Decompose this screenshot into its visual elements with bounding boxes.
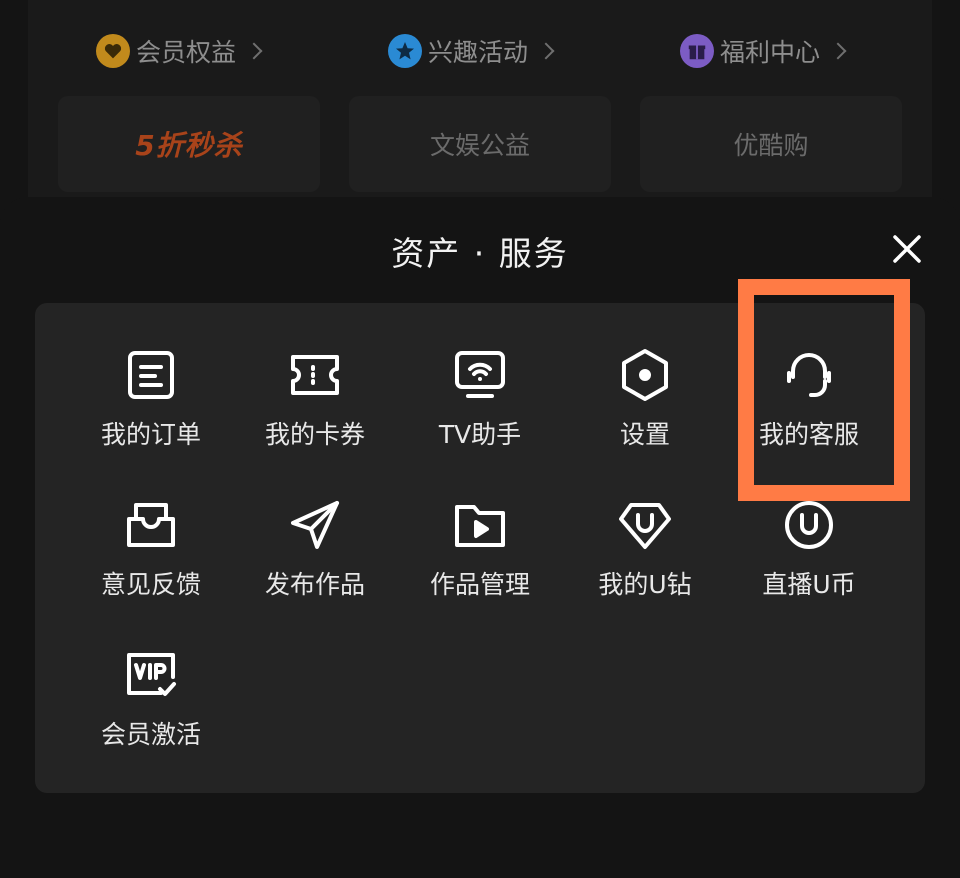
feedback-item[interactable]: 意见反馈: [62, 483, 240, 603]
chevron-right-icon: [537, 42, 555, 60]
close-button[interactable]: [887, 229, 927, 269]
u-diamond-icon: [619, 503, 671, 549]
member-benefits-link[interactable]: 会员权益: [96, 28, 263, 74]
vip-activation-item[interactable]: 会员激活: [62, 633, 240, 753]
close-icon: [893, 235, 921, 263]
folder-play-icon: [455, 505, 505, 547]
highlight-box: [738, 279, 910, 501]
sheet-title: 资产 · 服务: [391, 234, 569, 273]
star-badge-icon: [388, 34, 422, 68]
chevron-right-icon: [245, 42, 263, 60]
tv-assistant-item[interactable]: TV助手: [391, 333, 569, 453]
u-coin-icon: [785, 501, 833, 549]
my-orders-label: 我的订单: [100, 420, 201, 449]
live-u-coin-item[interactable]: 直播U币: [720, 483, 898, 603]
flash-sale-tile[interactable]: 5折秒杀: [58, 96, 320, 192]
feedback-inbox-icon: [127, 503, 175, 547]
welfare-center-label: 福利中心: [720, 38, 821, 67]
charity-tile[interactable]: 文娱公益: [349, 96, 611, 192]
my-orders-item[interactable]: 我的订单: [62, 333, 240, 453]
youku-shop-label: 优酷购: [733, 131, 809, 160]
benefit-links: 会员权益 兴趣活动 福利中心: [0, 28, 960, 74]
my-coupons-label: 我的卡券: [264, 420, 365, 449]
charity-label: 文娱公益: [429, 131, 530, 160]
chevron-right-icon: [829, 42, 847, 60]
feedback-label: 意见反馈: [100, 570, 201, 599]
interest-activities-link[interactable]: 兴趣活动: [388, 28, 555, 74]
work-management-label: 作品管理: [429, 570, 530, 599]
youku-shop-tile[interactable]: 优酷购: [640, 96, 902, 192]
tv-assistant-label: TV助手: [438, 420, 522, 449]
my-u-diamond-item[interactable]: 我的U钻: [556, 483, 734, 603]
my-coupons-item[interactable]: 我的卡券: [226, 333, 404, 453]
work-management-item[interactable]: 作品管理: [391, 483, 569, 603]
tv-cast-icon: [455, 351, 505, 398]
paper-plane-icon: [291, 501, 339, 549]
flash-sale-label: 5折秒杀: [135, 129, 243, 162]
live-u-coin-label: 直播U币: [762, 570, 856, 599]
publish-work-item[interactable]: 发布作品: [226, 483, 404, 603]
vip-activation-label: 会员激活: [100, 720, 201, 749]
settings-item[interactable]: 设置: [556, 333, 734, 453]
order-icon: [128, 351, 174, 399]
publish-work-label: 发布作品: [264, 570, 365, 599]
vip-activate-icon: [127, 653, 176, 696]
member-benefits-label: 会员权益: [136, 38, 237, 67]
ticket-icon: [291, 355, 339, 395]
interest-activities-label: 兴趣活动: [428, 38, 529, 67]
settings-label: 设置: [619, 420, 670, 449]
welfare-center-link[interactable]: 福利中心: [680, 28, 847, 74]
heart-badge-icon: [96, 34, 130, 68]
settings-hexagon-icon: [622, 349, 668, 401]
my-u-diamond-label: 我的U钻: [598, 570, 692, 599]
gift-badge-icon: [680, 34, 714, 68]
